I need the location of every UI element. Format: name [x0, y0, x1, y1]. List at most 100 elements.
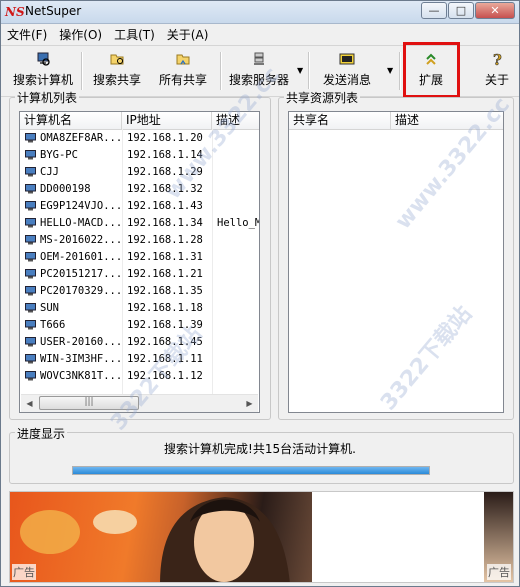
- cell-desc: [217, 130, 259, 147]
- cell-ip: 192.168.1.32: [127, 183, 203, 195]
- cell-desc: [217, 147, 259, 164]
- search-shares-label: 搜索共享: [92, 73, 141, 87]
- cell-computer-name: SUN: [40, 302, 59, 314]
- menu-operate[interactable]: 操作(O): [59, 26, 102, 43]
- cell-ip: 192.168.1.35: [127, 285, 203, 297]
- table-row[interactable]: OEM-201601... 192.168.1.31: [20, 249, 259, 266]
- ad-label-right: 广告: [487, 564, 511, 580]
- cell-ip: 192.168.1.14: [127, 149, 203, 161]
- scroll-thumb[interactable]: |||: [39, 396, 139, 410]
- computer-listview[interactable]: 计算机名 IP地址 描述 OMA8ZEF8AR... 192.168.1.20 BY…: [19, 111, 260, 413]
- col-share-desc[interactable]: 描述: [391, 112, 503, 129]
- table-row[interactable]: BYG-PC 192.168.1.14: [20, 147, 259, 164]
- table-row[interactable]: SUN 192.168.1.18: [20, 300, 259, 317]
- close-button[interactable]: ✕: [475, 2, 515, 19]
- horizontal-scrollbar[interactable]: ◀ ||| ▶: [21, 394, 258, 412]
- menu-about[interactable]: 关于(A): [167, 26, 209, 43]
- scroll-right-icon[interactable]: ▶: [241, 395, 258, 412]
- computer-icon: [25, 320, 36, 330]
- cell-computer-name: HELLO-MACD...: [40, 217, 122, 229]
- search-server-label: 搜索服务器: [228, 73, 289, 87]
- table-row[interactable]: PC20151217... 192.168.1.21: [20, 266, 259, 283]
- cell-computer-name: OEM-201601...: [40, 251, 122, 263]
- table-row[interactable]: HELLO-MACD... 192.168.1.34 Hello_M: [20, 215, 259, 232]
- app-logo-icon: NS: [5, 5, 25, 19]
- table-row[interactable]: OMA8ZEF8AR... 192.168.1.20: [20, 130, 259, 147]
- computer-icon: [25, 269, 36, 279]
- computer-icon: [25, 337, 36, 347]
- all-shares-button[interactable]: 所有共享: [155, 48, 211, 92]
- cell-desc: [217, 334, 259, 351]
- table-row[interactable]: EG9P124VJO... 192.168.1.43: [20, 198, 259, 215]
- table-row[interactable]: T666 192.168.1.39: [20, 317, 259, 334]
- search-computers-button[interactable]: 搜索计算机: [11, 48, 75, 92]
- cell-desc: [217, 164, 259, 181]
- window-title: NetSuper: [25, 4, 82, 18]
- table-row[interactable]: CJJ 192.168.1.29: [20, 164, 259, 181]
- table-row[interactable]: USER-20160... 192.168.1.45: [20, 334, 259, 351]
- send-message-button[interactable]: 发送消息: [319, 48, 375, 92]
- server-icon: [254, 52, 264, 65]
- table-row[interactable]: WOVC3NK81T... 192.168.1.12: [20, 368, 259, 385]
- computer-icon: [25, 201, 36, 211]
- search-server-button[interactable]: 搜索服务器: [227, 48, 291, 92]
- cell-desc: [217, 181, 259, 198]
- computer-list-title: 计算机列表: [15, 89, 80, 106]
- share-listview[interactable]: 共享名 描述: [288, 111, 504, 413]
- ad-banner[interactable]: 广告 广告: [9, 491, 514, 583]
- cell-ip: 192.168.1.12: [127, 370, 203, 382]
- cell-computer-name: PC20170329...: [40, 285, 122, 297]
- cell-desc: [217, 351, 259, 368]
- cell-ip: 192.168.1.28: [127, 234, 203, 246]
- about-label: 关于: [484, 73, 509, 87]
- computer-icon: [25, 133, 36, 143]
- computer-icon: [25, 150, 36, 160]
- cell-ip: 192.168.1.31: [127, 251, 203, 263]
- col-desc[interactable]: 描述: [212, 112, 259, 129]
- computer-icon: [25, 371, 36, 381]
- search-server-dropdown-icon[interactable]: ▼: [297, 66, 303, 75]
- ad-image[interactable]: [10, 492, 312, 582]
- table-row[interactable]: WIN-3IM3HF... 192.168.1.11: [20, 351, 259, 368]
- send-message-dropdown-icon[interactable]: ▼: [387, 66, 393, 75]
- table-row[interactable]: DD000198 192.168.1.32: [20, 181, 259, 198]
- computer-icon: [25, 235, 36, 245]
- table-row[interactable]: PC20170329... 192.168.1.35: [20, 283, 259, 300]
- computer-icon: [25, 354, 36, 364]
- send-message-label: 发送消息: [322, 73, 371, 87]
- message-icon: [339, 53, 355, 65]
- table-row[interactable]: MS-2016022... 192.168.1.28: [20, 232, 259, 249]
- minimize-button[interactable]: —: [421, 2, 447, 19]
- svg-text:?: ?: [493, 51, 502, 67]
- cell-computer-name: EG9P124VJO...: [40, 200, 122, 212]
- cell-ip: 192.168.1.18: [127, 302, 203, 314]
- cell-desc: [217, 232, 259, 249]
- cell-desc: [217, 283, 259, 300]
- highlight-frame: [403, 42, 460, 98]
- cell-computer-name: WIN-3IM3HF...: [40, 353, 122, 365]
- cell-desc: [217, 300, 259, 317]
- cell-computer-name: OMA8ZEF8AR...: [40, 132, 122, 144]
- cell-ip: 192.168.1.20: [127, 132, 203, 144]
- about-button[interactable]: ? 关于: [479, 48, 515, 92]
- col-computer-name[interactable]: 计算机名: [20, 112, 122, 129]
- title-bar[interactable]: NS NetSuper — □ ✕: [1, 1, 519, 24]
- scroll-left-icon[interactable]: ◀: [21, 395, 38, 412]
- ad-label-left: 广告: [12, 564, 36, 580]
- app-window: NS NetSuper — □ ✕ 文件(F) 操作(O) 工具(T) 关于(A…: [0, 0, 520, 587]
- menu-tools[interactable]: 工具(T): [114, 26, 155, 43]
- cell-computer-name: CJJ: [40, 166, 59, 178]
- menu-file[interactable]: 文件(F): [7, 26, 47, 43]
- cell-computer-name: WOVC3NK81T...: [40, 370, 122, 382]
- status-message: 搜索计算机完成!共15台活动计算机.: [164, 442, 356, 456]
- computer-icon: [25, 303, 36, 313]
- maximize-button[interactable]: □: [448, 2, 474, 19]
- search-shares-button[interactable]: 搜索共享: [89, 48, 145, 92]
- cell-computer-name: T666: [40, 319, 66, 331]
- cell-computer-name: PC20151217...: [40, 268, 122, 280]
- col-ip[interactable]: IP地址: [122, 112, 212, 129]
- progress-bar: [72, 466, 430, 475]
- col-share-name[interactable]: 共享名: [289, 112, 391, 129]
- cell-ip: 192.168.1.34: [127, 217, 203, 229]
- cell-computer-name: BYG-PC: [40, 149, 78, 161]
